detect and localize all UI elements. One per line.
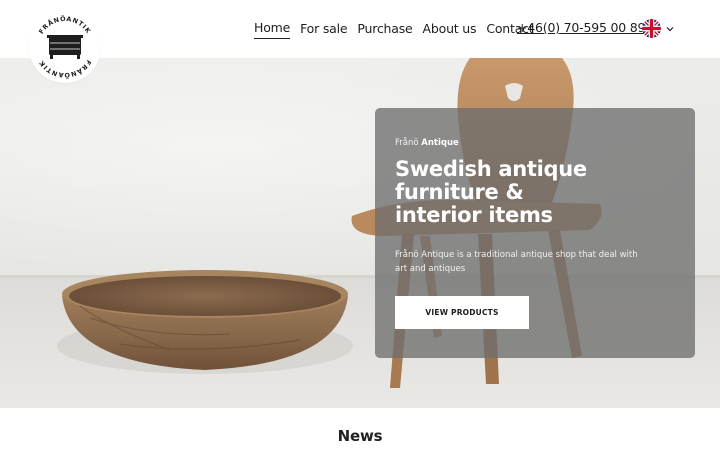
hero-title: Swedish antique furniture & interior ite… (395, 157, 587, 227)
logo-emblem: FRÅNÖANTIK FRÅNÖANTIK (30, 12, 100, 82)
nav-item-for-sale[interactable]: For sale (300, 21, 347, 39)
hero-description: Frånö Antique is a traditional antique s… (395, 250, 638, 274)
hero-eyebrow-bold: Antique (421, 138, 459, 148)
view-products-button[interactable]: VIEW PRODUCTS (395, 296, 529, 329)
main-nav: Home For sale Purchase About us Contact (254, 20, 544, 39)
hero-eyebrow-prefix: Frånö (395, 138, 419, 148)
uk-flag-icon (642, 19, 661, 38)
nav-item-purchase[interactable]: Purchase (357, 21, 412, 39)
site-header: Home For sale Purchase About us Contact … (0, 0, 720, 58)
news-heading: News (337, 427, 383, 445)
nav-item-home[interactable]: Home (254, 20, 290, 39)
language-switcher[interactable] (642, 19, 675, 38)
site-logo[interactable]: FRÅNÖANTIK FRÅNÖANTIK (29, 11, 101, 83)
hero-eyebrow: Frånö Antique (395, 138, 459, 148)
chevron-down-icon (666, 26, 674, 31)
nav-item-about-us[interactable]: About us (423, 21, 477, 39)
hero-overlay-card: Frånö Antique Swedish antique furniture … (375, 108, 695, 358)
phone-link[interactable]: +46(0) 70-595 00 89 (517, 20, 645, 35)
hero-banner: Frånö Antique Swedish antique furniture … (0, 58, 720, 408)
